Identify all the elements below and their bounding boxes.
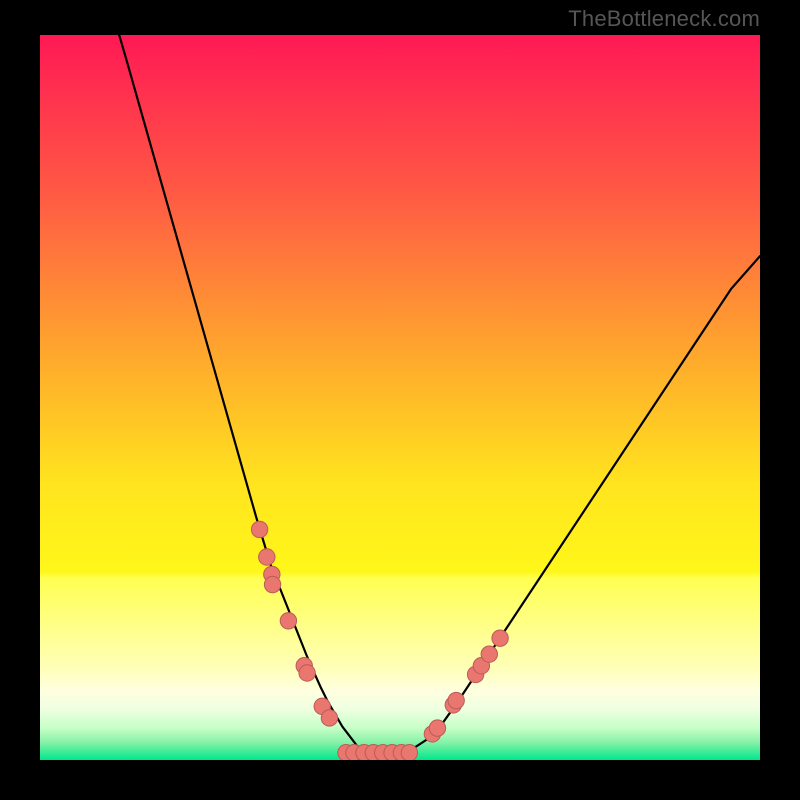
gradient-background [40, 35, 760, 760]
data-point [448, 692, 464, 708]
chart-frame: TheBottleneck.com [0, 0, 800, 800]
data-point [299, 665, 315, 681]
data-point [481, 646, 497, 662]
data-point [259, 549, 275, 565]
data-point [280, 613, 296, 629]
data-point [251, 521, 267, 537]
data-point [321, 710, 337, 726]
data-point [264, 576, 280, 592]
watermark-text: TheBottleneck.com [568, 6, 760, 32]
data-point [401, 745, 417, 760]
data-point [429, 720, 445, 736]
chart-svg [40, 35, 760, 760]
plot-area [40, 35, 760, 760]
data-point [492, 630, 508, 646]
